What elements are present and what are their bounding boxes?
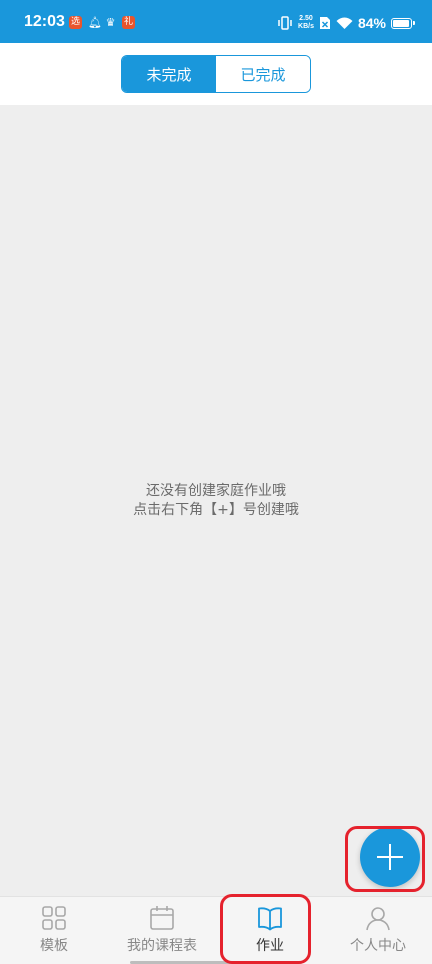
nav-label-my-schedule: 我的课程表: [127, 938, 197, 954]
grid-icon: [42, 906, 66, 930]
calendar-icon: [150, 906, 174, 930]
tab-complete[interactable]: 已完成: [216, 56, 310, 92]
empty-state-line1: 还没有创建家庭作业哦: [146, 483, 286, 499]
vibrate-icon: [278, 16, 292, 30]
status-bar: 12:03 选 🔔︎ ♛ 礼 2.50 KB/s 84%: [0, 0, 432, 43]
nav-item-my-schedule[interactable]: 我的课程表: [108, 905, 216, 955]
bell-icon: 🔔︎: [88, 16, 102, 29]
bottom-navigation: 模板 我的课程表 作业 个人中心: [0, 896, 432, 964]
nav-label-templates: 模板: [40, 938, 68, 954]
status-segmented-control: 未完成 已完成: [121, 55, 311, 93]
empty-state: 还没有创建家庭作业哦 点击右下角【+】号创建哦: [0, 482, 432, 520]
battery-percent: 84%: [357, 15, 386, 31]
user-icon: [366, 907, 390, 931]
add-homework-button[interactable]: [360, 827, 420, 887]
net-speed-value: 2.50: [299, 15, 313, 22]
app-notification-icon: 礼: [122, 16, 135, 29]
open-book-icon: [258, 907, 282, 931]
nav-item-profile[interactable]: 个人中心: [324, 905, 432, 955]
nav-label-profile: 个人中心: [350, 938, 406, 954]
empty-state-line2: 点击右下角【+】号创建哦: [133, 502, 299, 518]
nav-item-templates[interactable]: 模板: [0, 905, 108, 955]
tab-incomplete[interactable]: 未完成: [122, 56, 216, 92]
crown-icon: ♛: [105, 16, 116, 29]
wifi-icon: [336, 17, 353, 29]
tab-header: 未完成 已完成: [0, 43, 432, 105]
plus-icon: [377, 844, 403, 870]
net-speed: 2.50 KB/s: [298, 15, 314, 31]
nav-label-homework: 作业: [256, 938, 284, 954]
screen: 12:03 选 🔔︎ ♛ 礼 2.50 KB/s 84% 未完成 已完成 还没有…: [0, 0, 432, 964]
status-time: 12:03: [24, 13, 65, 30]
battery-icon: [391, 17, 415, 29]
nav-item-homework[interactable]: 作业: [216, 905, 324, 955]
net-speed-unit: KB/s: [298, 23, 314, 30]
status-indicators: 2.50 KB/s 84%: [277, 12, 415, 34]
no-sim-icon: [319, 17, 330, 29]
app-notification-icon: 选: [69, 16, 82, 29]
